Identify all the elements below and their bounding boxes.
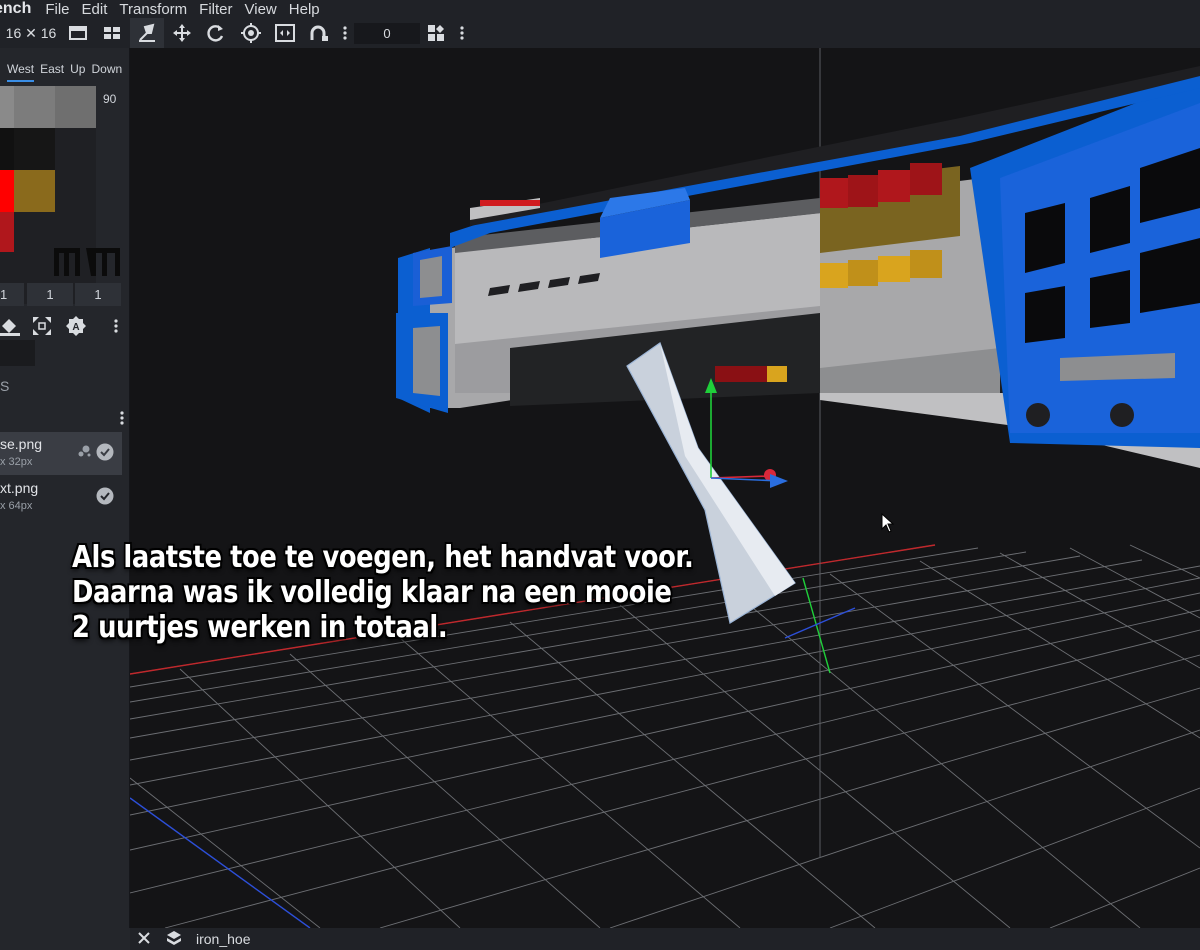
fullscreen-uv-button[interactable] [66,18,90,48]
offset-value-2: 1 [46,287,54,302]
textures-section-label: S [0,378,10,394]
project-icon-wrap [166,930,182,949]
sidebar-footer [0,928,130,950]
rotate-tool-button[interactable] [203,18,229,48]
resize-frame-icon [275,24,295,42]
grid-icon [104,27,120,39]
auto-uv-button[interactable]: A [66,316,86,336]
texture-name: xt.png [0,480,39,496]
particle-icon [78,445,91,457]
uv-more-button[interactable] [114,318,120,334]
face-tabs: West East Up Down [7,62,128,82]
maximize-uv-button[interactable] [32,316,52,336]
offset-input-2[interactable]: 1 [27,283,73,306]
status-bar: iron_hoe [130,928,1200,950]
window-icon [69,26,87,40]
translate-tool-button[interactable] [169,18,195,48]
numeric-input[interactable]: 0 [354,23,420,44]
uv-sidebar: West East Up Down 90 1 1 1 A S se.png x … [0,48,130,928]
offset-input-1[interactable]: 1 [0,283,24,306]
toolbar-more-button[interactable] [338,18,352,48]
uv-size-label: 16 ✕ 16 [5,24,57,41]
project-name[interactable]: iron_hoe [196,931,251,947]
target-icon [241,23,261,43]
gun-model [396,66,1200,468]
auto-uv-icon: A [66,316,86,336]
more-vertical-icon [120,411,124,425]
close-icon [138,932,150,944]
layout-icon [428,25,444,41]
3d-viewport[interactable] [130,48,1200,928]
caption-line-3: 2 uurtjes werken in totaal. [72,610,448,645]
menu-transform[interactable]: Transform [119,1,187,18]
caption-overlay: Als laatste toe te voegen, het handvat v… [72,540,795,645]
vertex-snap-button[interactable] [306,18,334,48]
texture-size: x 32px [0,456,33,468]
tab-up[interactable]: Up [70,62,85,82]
toolbar: 16 ✕ 16 0 [0,18,1200,50]
paint-bucket-icon [0,319,20,336]
tab-east[interactable]: East [40,62,64,82]
rotate-icon [207,25,224,42]
texture-item[interactable]: se.png x 32px [0,432,122,475]
rotation-value[interactable]: 90 [103,92,116,106]
arrows-pointer-icon [139,23,155,42]
menu-view[interactable]: View [245,1,277,18]
expand-icon [33,317,51,335]
caption-line-2: Daarna was ik volledig klaar na een mooi… [72,575,672,610]
menu-filter[interactable]: Filter [199,1,232,18]
scene [130,48,1200,928]
pixel-mm-mark [54,248,120,276]
grid-toggle-button[interactable] [100,18,124,48]
menu-bar: ench File Edit Transform Filter View Hel… [0,0,1200,18]
menu-edit[interactable]: Edit [82,1,108,18]
more-vertical-icon [460,26,464,40]
tab-down[interactable]: Down [91,62,122,82]
tab-west[interactable]: West [7,62,35,82]
texture-item[interactable]: xt.png x 64px [0,476,122,519]
toolbar-more-button-2[interactable] [455,18,469,48]
svg-text:A: A [72,322,79,333]
offset-value-3: 1 [94,287,102,302]
menu-help[interactable]: Help [289,1,320,18]
magnet-icon [310,25,328,41]
check-circle-icon[interactable] [96,443,114,461]
menu-file[interactable]: File [45,1,69,18]
texture-size: x 64px [0,500,33,512]
texture-name: se.png [0,436,43,452]
app-title: ench [0,0,32,17]
mouse-cursor-icon [881,512,895,533]
view-mode-button[interactable] [426,18,448,48]
resize-tool-button[interactable] [272,18,298,48]
move-arrows-icon [173,24,191,42]
more-vertical-icon [114,319,118,333]
pivot-tool-button[interactable] [238,18,264,48]
textures-more-button[interactable] [120,410,126,426]
offset-value-1: 1 [0,287,8,302]
color-swatch[interactable] [0,340,35,366]
caption-line-1: Als laatste toe te voegen, het handvat v… [72,540,694,575]
close-project-button[interactable] [138,931,150,947]
check-circle-icon[interactable] [96,487,114,505]
fill-tool-button[interactable] [0,316,20,336]
cube-stack-icon [167,930,181,945]
offset-input-3[interactable]: 1 [75,283,121,306]
z-axis-line [130,797,311,928]
uv-texture-canvas[interactable] [0,86,120,304]
move-tool-button[interactable] [134,18,160,48]
more-vertical-icon [343,26,347,40]
